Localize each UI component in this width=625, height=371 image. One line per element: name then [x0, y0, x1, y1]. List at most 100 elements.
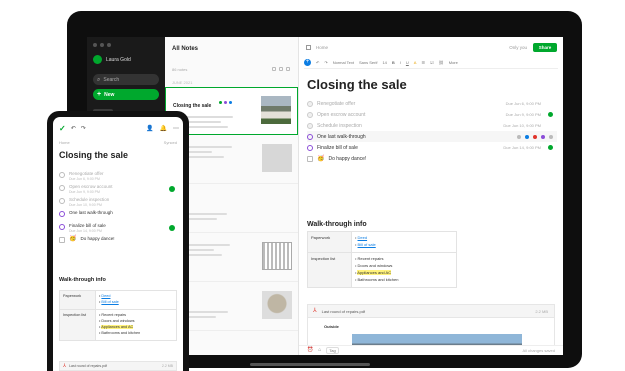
task-due-date: Due Jun 9, 9:00 PM	[69, 190, 100, 194]
laptop-base	[250, 363, 370, 366]
task-item[interactable]: Renegotiate offer Due Jun 6, 9:00 PM	[59, 170, 179, 183]
table-cell: Paperwork	[59, 290, 96, 310]
task-checkbox[interactable]	[59, 198, 65, 204]
task-checkbox[interactable]	[59, 237, 65, 243]
info-table[interactable]: Paperwork Deed Bill of sale Inspection l…	[307, 231, 457, 288]
task-list: Renegotiate offer Due Jun 6, 9:00 PM Open…	[59, 170, 179, 248]
assignee-icon	[548, 145, 553, 150]
filter-icon	[279, 67, 283, 71]
task-actions[interactable]	[517, 134, 553, 139]
deed-link[interactable]: Deed	[101, 294, 110, 298]
attachment-size: 2.2 MB	[161, 364, 173, 368]
text-style-select[interactable]: Normal Text	[333, 60, 354, 65]
account-switcher[interactable]: Laura Gold	[93, 55, 131, 64]
new-note-button[interactable]: + New	[93, 89, 159, 100]
note-list-tools[interactable]	[272, 67, 290, 71]
share-person-icon[interactable]: 👤	[146, 126, 153, 132]
assignee-icon	[169, 186, 175, 192]
task-checkbox[interactable]	[307, 100, 313, 107]
mobile-app-screen: ✓ ↶ ↷ 👤 🔔 ⋯ Home Synced Closing the sale…	[53, 117, 183, 371]
breadcrumb[interactable]: Home	[59, 140, 70, 145]
mobile-toolbar: ✓ ↶ ↷ 👤 🔔 ⋯	[59, 125, 179, 133]
task-checkbox[interactable]	[307, 133, 313, 140]
assignee-icon	[169, 225, 175, 231]
info-table[interactable]: Paperwork Deed Bill of sale Inspection l…	[59, 290, 177, 341]
reminder-bell-icon[interactable]: ⏰	[307, 348, 313, 353]
editor-topbar: Home	[306, 45, 328, 50]
checklist-icon[interactable]: ☑	[430, 60, 434, 65]
undo-icon[interactable]: ↶	[71, 126, 76, 132]
pdf-icon: ⅄	[313, 308, 317, 314]
list-item: Doors and windows	[99, 319, 173, 323]
task-checkbox[interactable]	[307, 122, 313, 129]
undo-icon[interactable]: ↶	[316, 60, 319, 65]
attachment-name: Last round of repairs.pdf	[321, 308, 366, 314]
task-due-date: Due Jun 10, 9:00 PM	[69, 203, 102, 207]
breadcrumb[interactable]: Home	[316, 45, 328, 50]
task-title: Renegotiate offer	[69, 171, 104, 176]
task-item[interactable]: Schedule inspection Due Jun 10, 9:00 PM	[59, 196, 179, 209]
bill-of-sale-link[interactable]: Bill of sale	[358, 242, 376, 247]
note-title[interactable]: Closing the sale	[307, 77, 407, 92]
task-title: One last walk-through	[317, 133, 366, 140]
tag-icon[interactable]: ⌂	[318, 348, 321, 353]
done-check-icon[interactable]: ✓	[59, 125, 66, 133]
task-item[interactable]: Renegotiate offer Due Jun 6, 9:00 PM	[307, 98, 557, 109]
redo-icon[interactable]: ↷	[324, 60, 327, 65]
bill-of-sale-link[interactable]: Bill of sale	[101, 300, 118, 304]
task-item[interactable]: Open escrow account Due Jun 9, 9:00 PM	[307, 109, 557, 120]
task-item[interactable]: Finalize bill of sale Due Jun 14, 9:00 P…	[307, 142, 557, 153]
tag-chip[interactable]: Tag	[326, 347, 339, 354]
task-checkbox[interactable]	[307, 111, 313, 118]
task-due-date: Due Jun 14, 9:00 PM	[69, 229, 102, 233]
share-button[interactable]: Share	[533, 43, 557, 52]
sidebar-search[interactable]: ⌕ Search	[93, 74, 159, 85]
bell-icon[interactable]: 🔔	[160, 126, 167, 132]
task-checkbox[interactable]	[59, 172, 65, 178]
window-controls[interactable]	[93, 43, 111, 47]
more-icon[interactable]: ⋯	[173, 126, 179, 132]
task-item[interactable]: One last walk-through	[59, 209, 179, 222]
task-checkbox[interactable]	[59, 211, 65, 217]
expand-icon[interactable]	[306, 45, 311, 50]
underline-icon[interactable]: U	[406, 60, 409, 65]
task-item[interactable]: 🥳 Do happy dance!	[307, 153, 557, 164]
deed-link[interactable]: Deed	[358, 235, 368, 240]
phone-frame: ✓ ↶ ↷ 👤 🔔 ⋯ Home Synced Closing the sale…	[47, 111, 189, 371]
note-list-section: JUNE 2021	[172, 80, 193, 85]
note-thumbnail	[262, 144, 292, 172]
redo-icon[interactable]: ↷	[81, 126, 86, 132]
sidebar-search-label: Search	[103, 76, 120, 83]
note-title[interactable]: Closing the sale	[59, 150, 128, 160]
list-item: Recent repairs	[355, 256, 453, 261]
pdf-icon: ⅄	[63, 362, 67, 369]
task-item[interactable]: Finalize bill of sale Due Jun 14, 9:00 PM	[59, 222, 179, 235]
task-checkbox[interactable]	[59, 224, 65, 230]
task-checkbox[interactable]	[307, 144, 313, 151]
task-item[interactable]: Open escrow account Due Jun 9, 9:00 PM	[59, 183, 179, 196]
task-item[interactable]: Schedule inspection Due Jun 10, 9:00 PM	[307, 120, 557, 131]
editor-footer: ⏰ ⌂ Tag All changes saved	[299, 345, 563, 355]
task-due-date: Due Jun 14, 9:00 PM	[503, 145, 541, 150]
more-icon	[549, 134, 553, 139]
pdf-attachment[interactable]: ⅄ Last round of repairs.pdf 2.2 MB	[59, 361, 177, 371]
sort-icon	[272, 67, 276, 71]
highlight-icon[interactable]: A	[414, 60, 417, 65]
italic-icon[interactable]: I	[400, 60, 401, 65]
link-icon[interactable]: ⛓	[439, 60, 444, 65]
bold-icon[interactable]: B	[392, 60, 395, 65]
font-size-select[interactable]: 14	[382, 60, 386, 65]
font-select[interactable]: Sans Serif	[359, 60, 377, 65]
insert-icon[interactable]: +	[304, 59, 311, 66]
more-menu[interactable]: More	[449, 60, 458, 65]
task-checkbox[interactable]	[59, 185, 65, 191]
task-title: Open escrow account	[69, 184, 113, 189]
task-title: One last walk-through	[69, 210, 113, 215]
pdf-attachment[interactable]: ⅄ Last round of repairs.pdf 2.2 MB	[307, 304, 555, 318]
task-item[interactable]: 🥳 Do happy dance!	[59, 235, 179, 248]
bullet-list-icon[interactable]: ☰	[421, 60, 425, 65]
list-item: Bathrooms and kitchen	[355, 277, 453, 282]
task-item[interactable]: One last walk-through	[307, 131, 557, 142]
note-card-title: Closing the sale	[173, 103, 212, 109]
task-checkbox[interactable]	[307, 155, 313, 162]
